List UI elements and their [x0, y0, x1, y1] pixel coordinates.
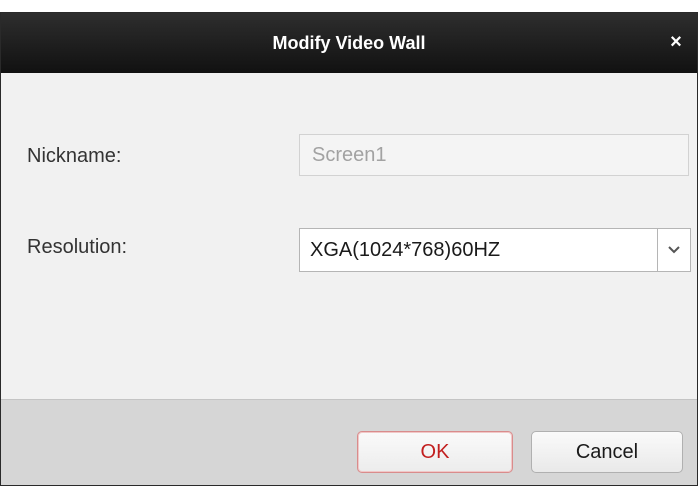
- chevron-down-icon: [668, 246, 680, 254]
- resolution-label: Resolution:: [27, 236, 128, 258]
- ok-button[interactable]: OK: [357, 431, 513, 473]
- dialog-title: Modify Video Wall: [272, 33, 426, 53]
- close-icon[interactable]: ×: [665, 31, 687, 53]
- nickname-input[interactable]: [299, 134, 689, 176]
- background-strip: [0, 0, 698, 12]
- dialog-content: Nickname: Resolution: XGA(1024*768)60HZ: [1, 73, 697, 399]
- resolution-dropdown-button[interactable]: [657, 229, 690, 271]
- resolution-select[interactable]: XGA(1024*768)60HZ: [299, 228, 691, 272]
- dialog-footer: OK Cancel: [1, 399, 697, 485]
- dialog-titlebar: Modify Video Wall ×: [1, 13, 697, 73]
- resolution-selected-value: XGA(1024*768)60HZ: [310, 239, 501, 261]
- nickname-label: Nickname:: [27, 145, 122, 167]
- modify-video-wall-dialog: Modify Video Wall × Nickname: Resolution…: [0, 12, 698, 486]
- cancel-button[interactable]: Cancel: [531, 431, 683, 473]
